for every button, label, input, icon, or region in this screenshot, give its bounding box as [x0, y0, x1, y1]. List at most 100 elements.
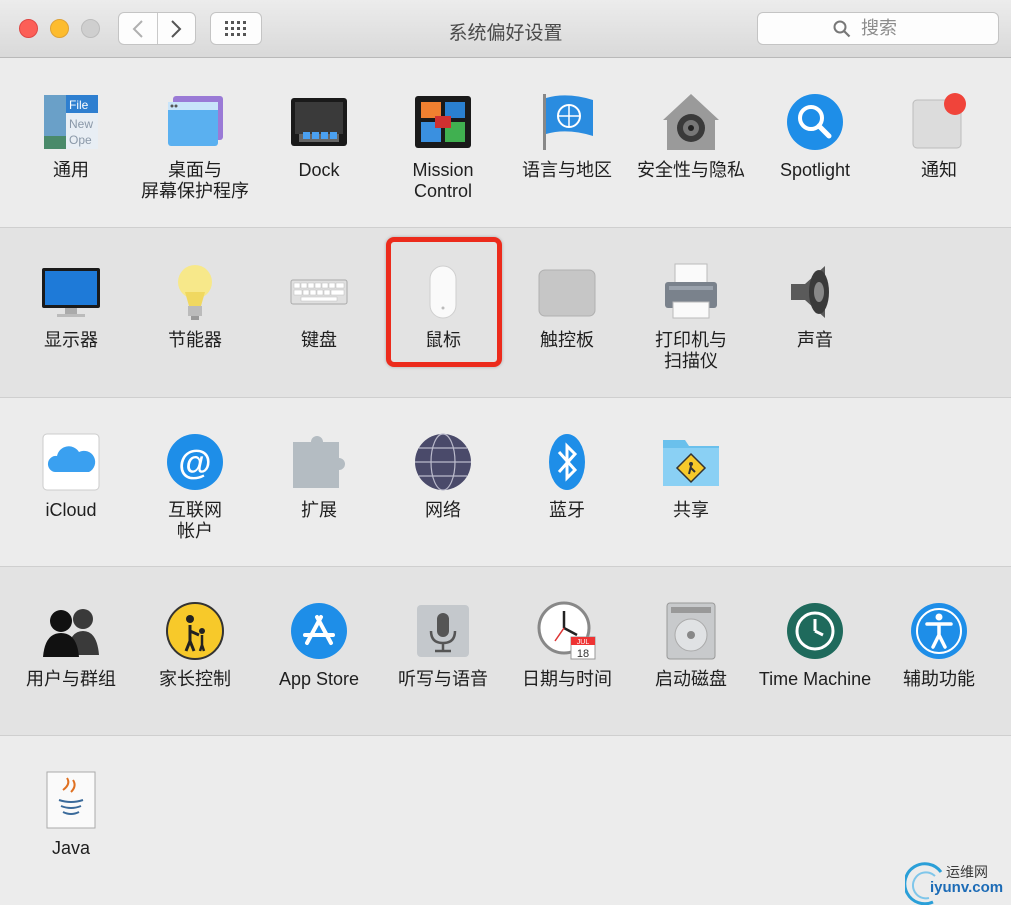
trackpad-icon: [537, 262, 597, 322]
svg-text:JUL: JUL: [577, 639, 590, 646]
pref-pane-label: 声音: [797, 330, 833, 350]
pref-pane-label: iCloud: [45, 500, 97, 520]
svg-text:@: @: [178, 444, 211, 482]
pref-pane-label: 打印机与 扫描仪: [655, 330, 727, 371]
pref-pane-label: 安全性与隐私: [637, 160, 745, 180]
pref-pane-language-region[interactable]: 语言与地区: [505, 58, 629, 227]
pref-pane-displays[interactable]: 显示器: [9, 228, 133, 397]
svg-text:18: 18: [577, 648, 589, 660]
java-icon: [41, 770, 101, 830]
pref-pane-label: App Store: [278, 669, 360, 689]
svg-text:File: File: [69, 98, 89, 112]
section-internet: iCloud @ 互联网 帐户 扩展 网络 蓝牙 共享: [0, 398, 1011, 567]
pref-pane-java[interactable]: Java: [9, 736, 133, 905]
pref-pane-users-groups[interactable]: 用户与群组: [9, 567, 133, 736]
bluetooth-icon: [537, 432, 597, 492]
sound-icon: [785, 262, 845, 322]
app-store-icon: [289, 601, 349, 661]
mission-control-icon: [413, 92, 473, 152]
section-personal: File New Ope 通用 桌面与 屏幕保护程序 Dock Mission …: [0, 58, 1011, 228]
spotlight-icon: [785, 92, 845, 152]
dictation-speech-icon: [413, 601, 473, 661]
pref-pane-label: 听写与语音: [398, 669, 488, 689]
pref-pane-network[interactable]: 网络: [381, 398, 505, 567]
printers-scanners-icon: [661, 262, 721, 322]
dock-icon: [289, 92, 349, 152]
pref-pane-spotlight[interactable]: Spotlight: [753, 58, 877, 227]
pref-pane-icloud[interactable]: iCloud: [9, 398, 133, 567]
extensions-icon: [289, 432, 349, 492]
pref-pane-sharing[interactable]: 共享: [629, 398, 753, 567]
pref-pane-internet-accounts[interactable]: @ 互联网 帐户: [133, 398, 257, 567]
pref-pane-label: Spotlight: [779, 160, 851, 180]
pref-pane-dictation-speech[interactable]: 听写与语音: [381, 567, 505, 736]
language-region-icon: [537, 92, 597, 152]
search-icon: [833, 20, 851, 37]
pref-pane-time-machine[interactable]: Time Machine: [753, 567, 877, 736]
pref-pane-label: 用户与群组: [26, 669, 116, 689]
pref-pane-bluetooth[interactable]: 蓝牙: [505, 398, 629, 567]
pref-pane-accessibility[interactable]: 辅助功能: [877, 567, 1001, 736]
pref-pane-label: 网络: [425, 500, 461, 520]
network-icon: [413, 432, 473, 492]
search-field[interactable]: [757, 12, 999, 45]
section-other: Java: [0, 736, 1011, 905]
displays-icon: [41, 262, 101, 322]
sharing-icon: [661, 432, 721, 492]
energy-saver-icon: [165, 262, 225, 322]
search-input[interactable]: [859, 17, 923, 40]
pref-pane-label: 语言与地区: [522, 160, 612, 180]
pref-pane-label: 键盘: [301, 330, 337, 350]
pref-pane-label: 通用: [53, 160, 89, 180]
pref-pane-dock[interactable]: Dock: [257, 58, 381, 227]
icloud-icon: [41, 432, 101, 492]
pref-pane-label: 辅助功能: [903, 669, 975, 689]
pref-pane-desktop-screensaver[interactable]: 桌面与 屏幕保护程序: [133, 58, 257, 227]
keyboard-icon: [289, 262, 349, 322]
pref-pane-label: 通知: [921, 160, 957, 180]
pref-pane-label: 共享: [673, 500, 709, 520]
pref-pane-label: 家长控制: [159, 669, 231, 689]
pref-pane-label: 日期与时间: [522, 669, 612, 689]
pref-pane-date-time[interactable]: JUL 18 日期与时间: [505, 567, 629, 736]
pref-pane-label: 蓝牙: [549, 500, 585, 520]
section-hardware: 显示器 节能器 键盘 鼠标 触控板 打印机与 扫描仪 声音: [0, 228, 1011, 398]
notifications-icon: [909, 92, 969, 152]
pref-pane-parental-controls[interactable]: 家长控制: [133, 567, 257, 736]
pref-pane-startup-disk[interactable]: 启动磁盘: [629, 567, 753, 736]
pref-pane-energy-saver[interactable]: 节能器: [133, 228, 257, 397]
pref-pane-label: 显示器: [44, 330, 98, 350]
pref-pane-general[interactable]: File New Ope 通用: [9, 58, 133, 227]
date-time-icon: JUL 18: [537, 601, 597, 661]
accessibility-icon: [909, 601, 969, 661]
pref-pane-mission-control[interactable]: Mission Control: [381, 58, 505, 227]
pref-pane-trackpad[interactable]: 触控板: [505, 228, 629, 397]
pref-pane-label: 扩展: [301, 500, 337, 520]
startup-disk-icon: [661, 601, 721, 661]
watermark-url: iyunv.com: [930, 879, 1004, 896]
svg-text:New: New: [69, 117, 93, 131]
pref-pane-label: Mission Control: [412, 160, 474, 201]
pref-pane-app-store[interactable]: App Store: [257, 567, 381, 736]
section-system: 用户与群组 家长控制 App Store 听写与语音 JUL 18 日期与时间 启…: [0, 567, 1011, 736]
parental-controls-icon: [165, 601, 225, 661]
pref-pane-security-privacy[interactable]: 安全性与隐私: [629, 58, 753, 227]
svg-text:Ope: Ope: [69, 133, 92, 147]
users-groups-icon: [41, 601, 101, 661]
pref-pane-extensions[interactable]: 扩展: [257, 398, 381, 567]
pref-pane-label: Time Machine: [758, 669, 872, 689]
pref-pane-notifications[interactable]: 通知: [877, 58, 1001, 227]
mouse-highlight-box: [386, 237, 502, 367]
pref-pane-printers-scanners[interactable]: 打印机与 扫描仪: [629, 228, 753, 397]
security-privacy-icon: [661, 92, 721, 152]
general-icon: File New Ope: [41, 92, 101, 152]
pref-pane-sound[interactable]: 声音: [753, 228, 877, 397]
pref-pane-label: 触控板: [540, 330, 594, 350]
time-machine-icon: [785, 601, 845, 661]
pref-pane-label: 节能器: [168, 330, 222, 350]
pref-pane-label: Dock: [298, 160, 340, 180]
pref-pane-label: 互联网 帐户: [168, 500, 222, 541]
pref-pane-label: 桌面与 屏幕保护程序: [141, 160, 249, 201]
pref-pane-keyboard[interactable]: 键盘: [257, 228, 381, 397]
pref-pane-label: Java: [51, 838, 91, 858]
